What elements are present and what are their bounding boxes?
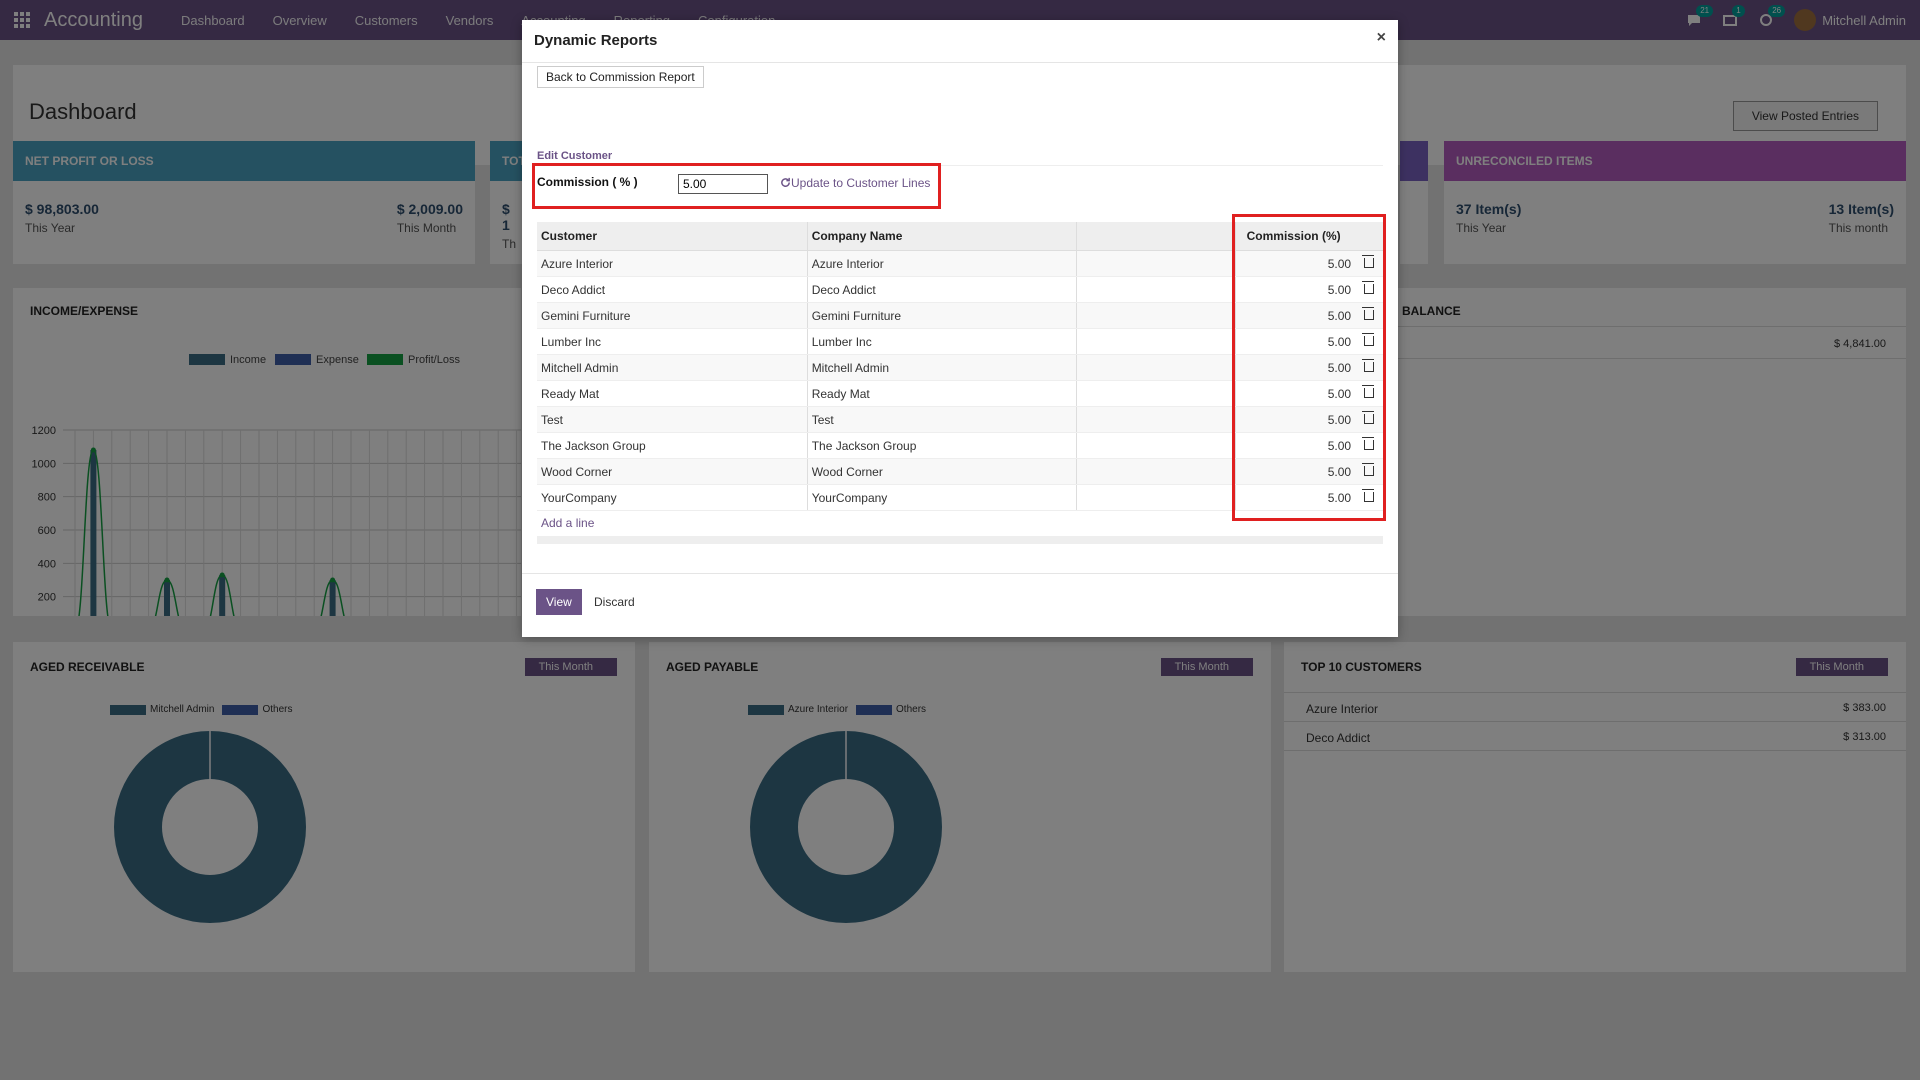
cell-company: The Jackson Group — [806, 433, 1077, 458]
cell-blank — [1076, 277, 1235, 302]
highlight-commission-column — [1232, 214, 1386, 521]
cell-blank — [1076, 459, 1235, 484]
dynamic-reports-modal: Dynamic Reports × Back to Commission Rep… — [522, 20, 1398, 637]
cell-company: Ready Mat — [806, 381, 1077, 406]
cell-customer: YourCompany — [541, 490, 617, 505]
cell-blank — [1076, 433, 1235, 458]
cell-blank — [1076, 355, 1235, 380]
cell-customer: Lumber Inc — [541, 334, 602, 349]
cell-customer: Deco Addict — [541, 282, 606, 297]
cell-blank — [1076, 329, 1235, 354]
cell-customer: Azure Interior — [541, 256, 614, 271]
cell-company: Azure Interior — [806, 251, 1077, 276]
column-customer[interactable]: Customer — [537, 229, 807, 243]
cell-company: YourCompany — [806, 485, 1077, 510]
cell-company: Wood Corner — [806, 459, 1077, 484]
cell-blank — [1076, 485, 1235, 510]
edit-customer-label: Edit Customer — [537, 150, 613, 162]
cell-customer: Wood Corner — [541, 464, 613, 479]
cell-customer: Ready Mat — [541, 386, 600, 401]
column-blank — [1076, 222, 1235, 250]
modal-title: Dynamic Reports — [534, 32, 658, 49]
cell-customer: The Jackson Group — [541, 438, 646, 453]
cell-blank — [1076, 407, 1235, 432]
cell-company: Test — [806, 407, 1077, 432]
cell-company: Gemini Furniture — [806, 303, 1077, 328]
view-button[interactable]: View — [536, 589, 582, 615]
close-icon[interactable]: × — [1377, 29, 1386, 47]
cell-blank — [1076, 303, 1235, 328]
back-to-commission-report-button[interactable]: Back to Commission Report — [537, 66, 704, 88]
cell-customer: Test — [541, 412, 564, 427]
highlight-commission-field — [532, 163, 941, 209]
cell-customer: Mitchell Admin — [541, 360, 619, 375]
cell-company: Mitchell Admin — [806, 355, 1077, 380]
cell-blank — [1076, 381, 1235, 406]
discard-button[interactable]: Discard — [594, 595, 635, 609]
column-company-name[interactable]: Company Name — [806, 222, 1077, 250]
cell-company: Lumber Inc — [806, 329, 1077, 354]
cell-customer: Gemini Furniture — [541, 308, 631, 323]
cell-company: Deco Addict — [806, 277, 1077, 302]
cell-blank — [1076, 251, 1235, 276]
